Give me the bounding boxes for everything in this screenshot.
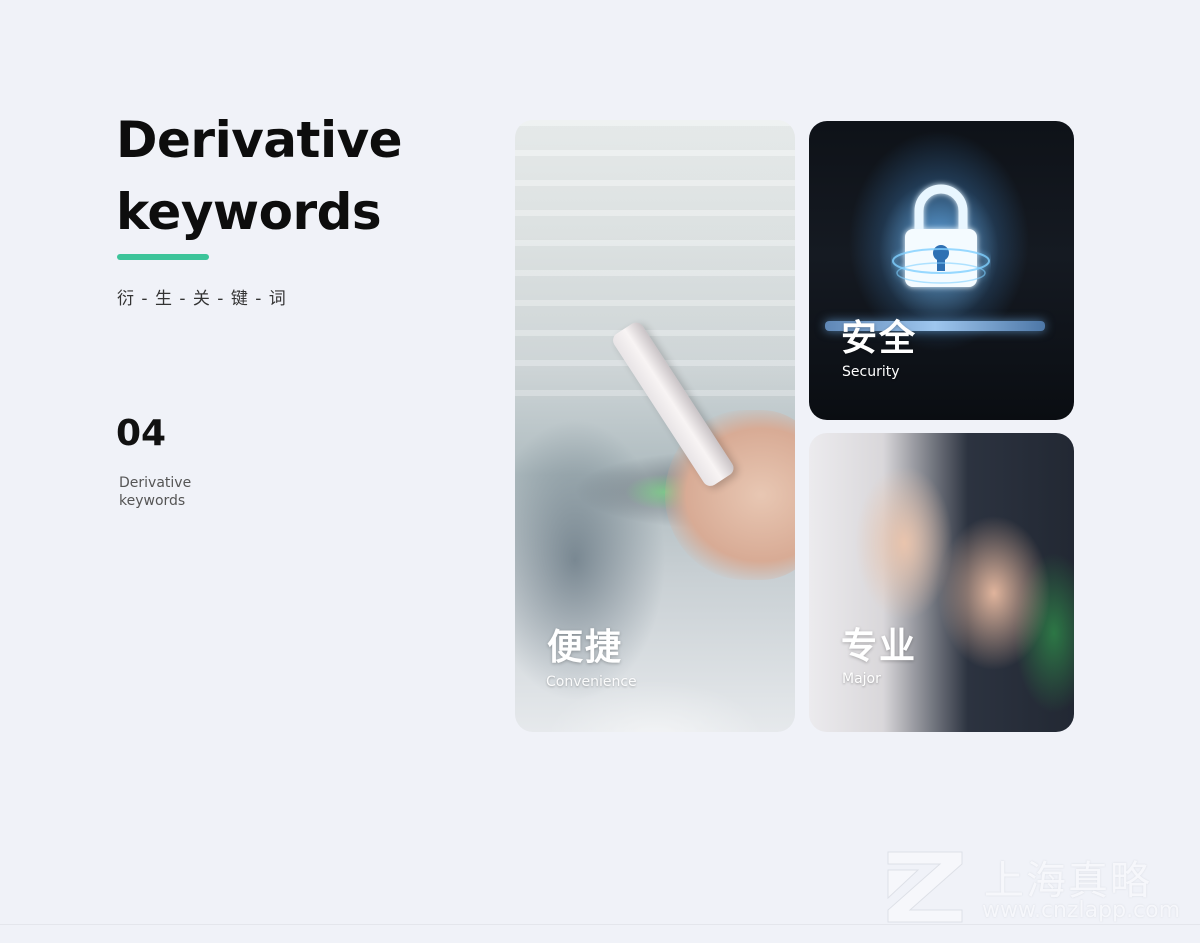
page-title-line-1: Derivative	[116, 111, 403, 169]
card-convenience[interactable]: 便捷 Convenience	[515, 120, 795, 732]
card-major[interactable]: 专业 Major	[809, 433, 1074, 732]
bottom-divider	[0, 924, 1200, 925]
page-title-line-2: keywords	[116, 183, 382, 241]
page-title: Derivative keywords	[116, 104, 403, 248]
card-major-subtitle: Major	[842, 671, 881, 687]
subtitle-chinese: 衍 - 生 - 关 - 键 - 词	[117, 289, 287, 309]
watermark-url: www.cnzlapp.com	[982, 898, 1181, 923]
card-convenience-subtitle: Convenience	[546, 674, 637, 690]
padlock-icon	[892, 184, 990, 287]
watermark: 上海真略 www.cnzlapp.com	[884, 848, 1184, 928]
card-security-subtitle: Security	[842, 364, 900, 380]
card-convenience-title: 便捷	[547, 627, 624, 668]
accent-bar	[117, 254, 209, 260]
watermark-logo-icon	[887, 851, 963, 923]
section-label: Derivative keywords	[119, 475, 192, 509]
card-major-title: 专业	[841, 626, 918, 667]
card-security[interactable]: 安全 Security	[809, 121, 1074, 420]
section-number: 04	[116, 413, 167, 454]
card-security-title: 安全	[841, 318, 918, 359]
